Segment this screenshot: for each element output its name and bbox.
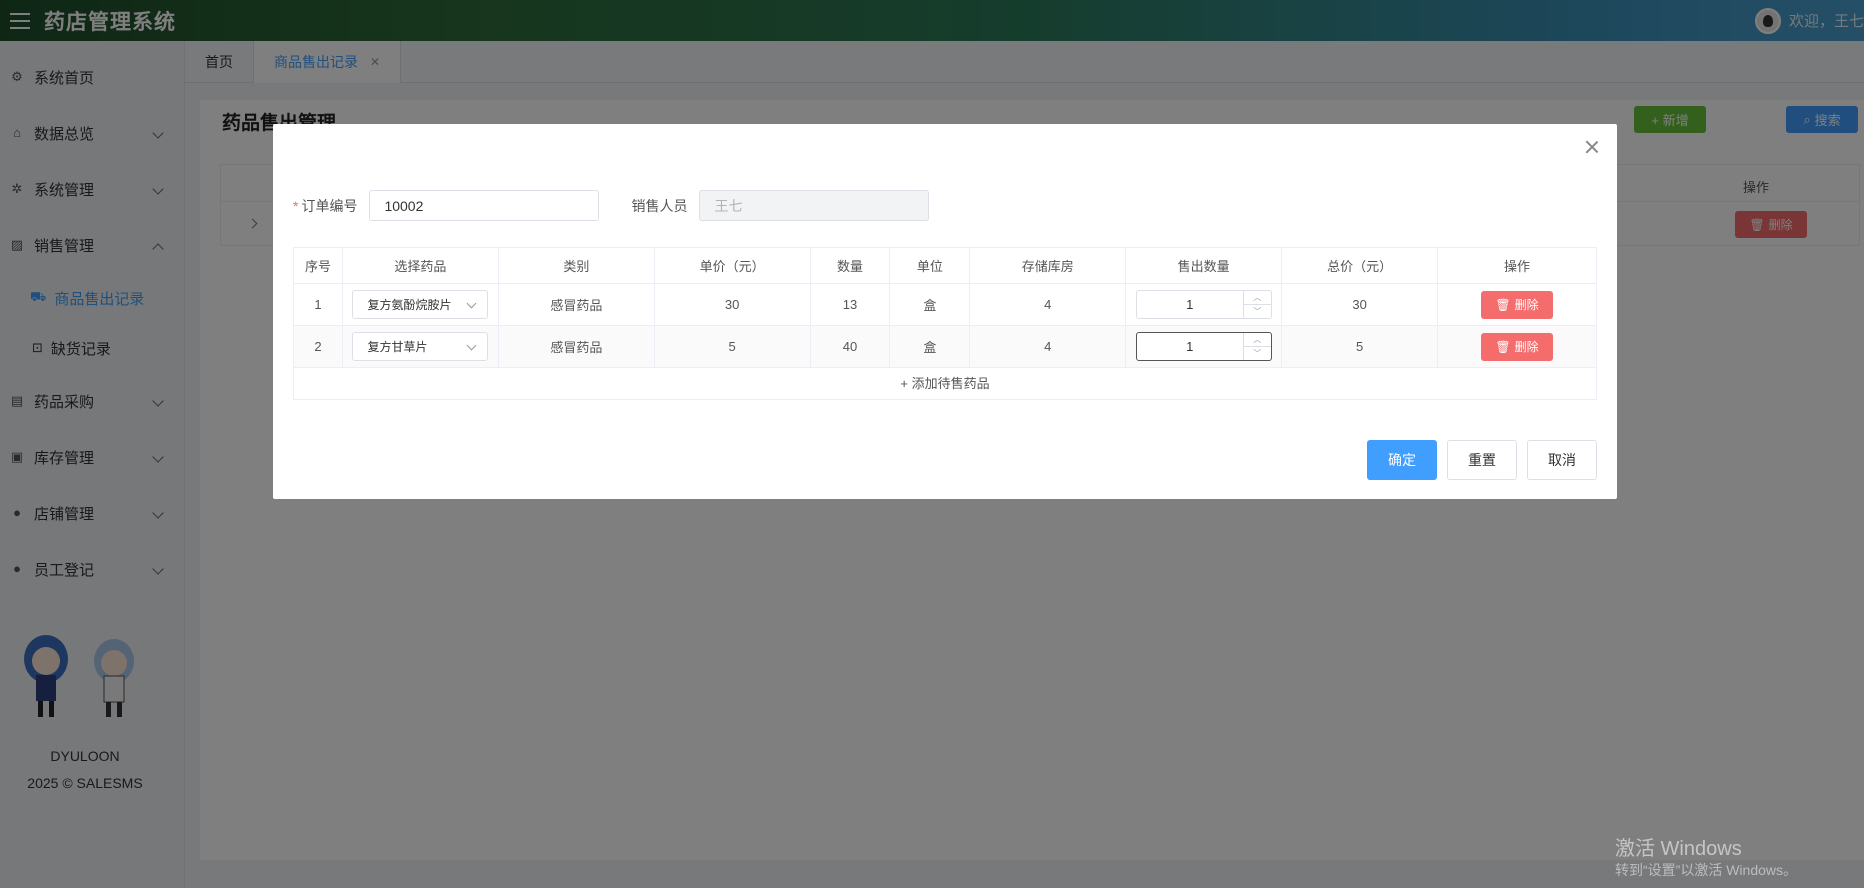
delete-label: 删除 <box>1514 340 1539 354</box>
category-cell: 感冒药品 <box>497 283 655 326</box>
drug-table: 序号 选择药品 类别 单价（元） 数量 单位 存储库房 售出数量 总价（元） 操… <box>293 247 1597 400</box>
drug-select[interactable]: 复方氨酚烷胺片 <box>352 290 489 319</box>
chevron-down-icon[interactable]: ﹀ <box>1244 305 1271 318</box>
seller-label: 销售人员 <box>631 197 688 214</box>
chevron-down-icon[interactable]: ﹀ <box>1244 347 1271 360</box>
price-cell: 30 <box>653 283 811 326</box>
store-cell: 4 <box>969 283 1127 326</box>
store-cell: 4 <box>969 325 1127 368</box>
row-index: 2 <box>293 325 343 368</box>
total-cell: 5 <box>1281 325 1439 368</box>
order-number-input[interactable]: 10002 <box>369 190 600 221</box>
cancel-button[interactable]: 取消 <box>1527 440 1597 480</box>
quantity-cell: 40 <box>809 325 891 368</box>
chevron-down-icon <box>466 298 477 309</box>
table-row: 1 复方氨酚烷胺片 感冒药品 30 13 盒 4 1 ︿ ﹀ 30 🗑 删除 <box>293 283 1597 326</box>
column-header: 总价（元） <box>1281 247 1439 284</box>
order-label: * 订单编号 <box>293 197 358 214</box>
sold-quantity-stepper[interactable]: 1 ︿ ﹀ <box>1135 332 1272 361</box>
delete-button[interactable]: 🗑删除 <box>1481 290 1553 319</box>
price-cell: 5 <box>653 325 811 368</box>
trash-icon: 🗑 <box>1495 297 1511 312</box>
activation-watermark-sub: 转到“设置”以激活 Windows。 <box>1615 862 1798 878</box>
sale-dialog: * 订单编号 10002 销售人员 王七 序号 选择药品 类别 单价（元） 数量 … <box>273 124 1617 499</box>
quantity-cell: 13 <box>809 283 891 326</box>
delete-label: 删除 <box>1514 298 1539 312</box>
column-header: 类别 <box>497 247 655 284</box>
confirm-button[interactable]: 确定 <box>1367 440 1437 480</box>
total-cell: 30 <box>1281 283 1439 326</box>
chevron-up-icon[interactable]: ︿ <box>1243 291 1271 305</box>
column-header: 数量 <box>809 247 891 284</box>
drug-select-value: 复方氨酚烷胺片 <box>367 298 452 312</box>
unit-cell: 盒 <box>889 283 971 326</box>
column-header: 操作 <box>1437 247 1597 284</box>
chevron-up-icon[interactable]: ︿ <box>1243 333 1271 347</box>
delete-button[interactable]: 🗑删除 <box>1481 332 1553 361</box>
table-row: 2 复方甘草片 感冒药品 5 40 盒 4 1 ︿ ﹀ 5 🗑 删除 <box>293 325 1597 368</box>
drug-select-value: 复方甘草片 <box>367 340 428 354</box>
seller-input: 王七 <box>699 190 930 221</box>
close-icon[interactable] <box>1585 140 1599 154</box>
sold-quantity-stepper[interactable]: 1 ︿ ﹀ <box>1135 290 1272 319</box>
column-header: 选择药品 <box>341 247 499 284</box>
row-index: 1 <box>293 283 343 326</box>
add-drug-row[interactable]: + 添加待售药品 <box>293 367 1597 400</box>
column-header: 序号 <box>293 247 343 284</box>
column-header: 存储库房 <box>969 247 1127 284</box>
chevron-down-icon <box>466 340 477 351</box>
column-header: 售出数量 <box>1125 247 1283 284</box>
reset-button[interactable]: 重置 <box>1447 440 1517 480</box>
category-cell: 感冒药品 <box>497 325 655 368</box>
column-header: 单价（元） <box>653 247 811 284</box>
column-header: 单位 <box>889 247 971 284</box>
unit-cell: 盒 <box>889 325 971 368</box>
activation-watermark: 激活 Windows <box>1615 838 1742 860</box>
drug-select[interactable]: 复方甘草片 <box>352 332 489 361</box>
trash-icon: 🗑 <box>1495 339 1511 354</box>
